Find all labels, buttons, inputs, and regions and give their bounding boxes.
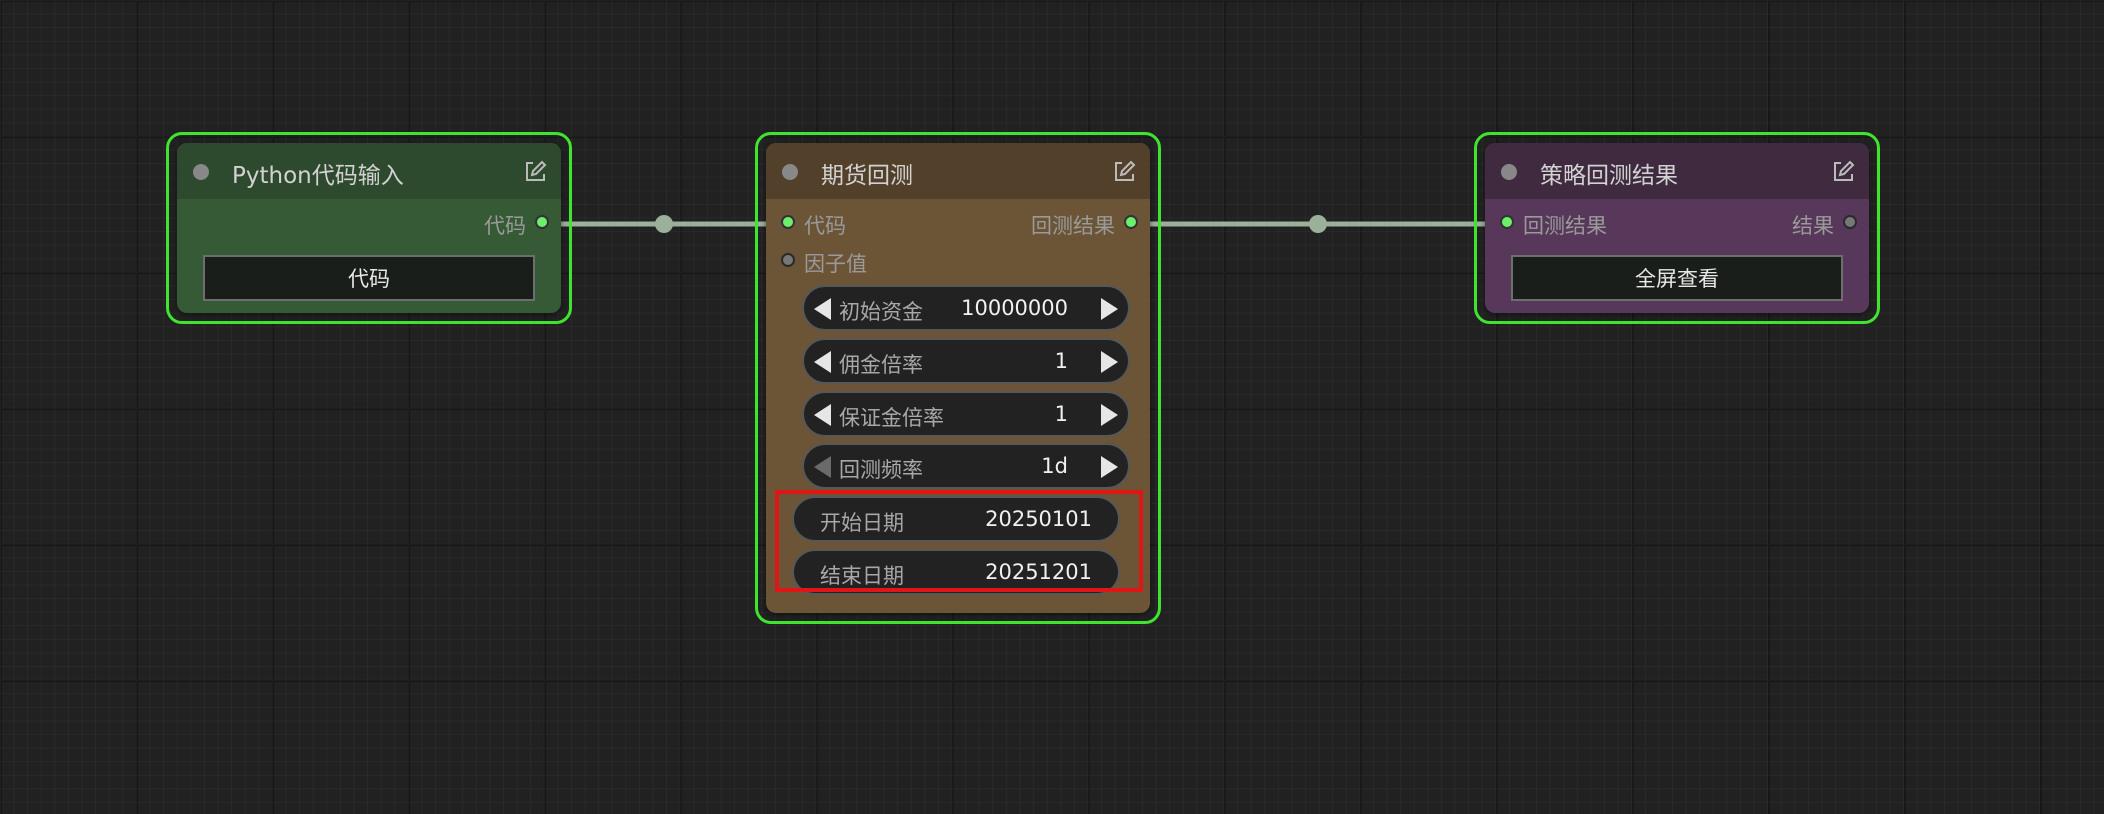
output-slot-result[interactable] [1843, 215, 1857, 229]
node-title: 策略回测结果 [1540, 163, 1678, 189]
input-label-factor-value: 因子值 [804, 252, 867, 276]
widget-value: 1 [1054, 402, 1068, 426]
output-label-code: 代码 [484, 214, 526, 238]
margin-multiplier-widget[interactable]: 保证金倍率 1 [802, 391, 1130, 437]
widget-value: 1 [1054, 349, 1068, 373]
increment-arrow-icon[interactable] [1101, 456, 1118, 478]
widget-value: 10000000 [961, 296, 1068, 320]
input-slot-backtest-result[interactable] [1500, 215, 1514, 229]
output-label-result: 结果 [1792, 214, 1834, 238]
widget-value: 1d [1041, 454, 1068, 478]
node-header[interactable]: Python代码输入 [177, 143, 561, 199]
input-label-code: 代码 [804, 214, 846, 238]
edit-icon[interactable] [1831, 160, 1855, 184]
link-code-midpoint[interactable] [655, 215, 673, 233]
input-slot-factor-value[interactable] [781, 253, 795, 267]
widget-label: 回测频率 [839, 458, 923, 482]
widget-label: 佣金倍率 [839, 353, 923, 377]
decrement-arrow-icon[interactable] [814, 298, 831, 320]
node-header[interactable]: 策略回测结果 [1485, 143, 1869, 199]
output-slot-code[interactable] [535, 215, 549, 229]
strategy-result-node-selection: 策略回测结果 回测结果 结果 全屏查看 [1474, 132, 1880, 324]
date-fields-highlight [775, 490, 1143, 592]
commission-multiplier-widget[interactable]: 佣金倍率 1 [802, 338, 1130, 384]
collapse-dot-icon[interactable] [782, 164, 798, 180]
output-label-backtest-result: 回测结果 [1031, 214, 1115, 238]
node-title: 期货回测 [821, 163, 913, 189]
initial-capital-widget[interactable]: 初始资金 10000000 [802, 285, 1130, 331]
widget-label: 保证金倍率 [839, 406, 944, 430]
strategy-result-node[interactable]: 策略回测结果 回测结果 结果 全屏查看 [1485, 143, 1869, 313]
backtest-frequency-widget[interactable]: 回测频率 1d [802, 443, 1130, 489]
code-button[interactable]: 代码 [203, 255, 535, 301]
python-input-node-selection: Python代码输入 代码 代码 [166, 132, 572, 324]
decrement-arrow-icon[interactable] [814, 456, 831, 478]
node-header[interactable]: 期货回测 [766, 143, 1150, 199]
edit-icon[interactable] [523, 160, 547, 184]
input-label-backtest-result: 回测结果 [1523, 214, 1607, 238]
decrement-arrow-icon[interactable] [814, 404, 831, 426]
increment-arrow-icon[interactable] [1101, 351, 1118, 373]
increment-arrow-icon[interactable] [1101, 298, 1118, 320]
link-backtest-result-midpoint[interactable] [1309, 215, 1327, 233]
collapse-dot-icon[interactable] [193, 164, 209, 180]
collapse-dot-icon[interactable] [1501, 164, 1517, 180]
node-graph-canvas[interactable]: Python代码输入 代码 代码 期货回测 代码 回测结果 因子值 初始资金 1… [0, 0, 2104, 814]
widget-label: 初始资金 [839, 300, 923, 324]
edit-icon[interactable] [1112, 160, 1136, 184]
python-input-node[interactable]: Python代码输入 代码 代码 [177, 143, 561, 313]
increment-arrow-icon[interactable] [1101, 404, 1118, 426]
input-slot-code[interactable] [781, 215, 795, 229]
fullscreen-view-button[interactable]: 全屏查看 [1511, 255, 1843, 301]
node-title: Python代码输入 [232, 163, 404, 189]
output-slot-backtest-result[interactable] [1124, 215, 1138, 229]
decrement-arrow-icon[interactable] [814, 351, 831, 373]
